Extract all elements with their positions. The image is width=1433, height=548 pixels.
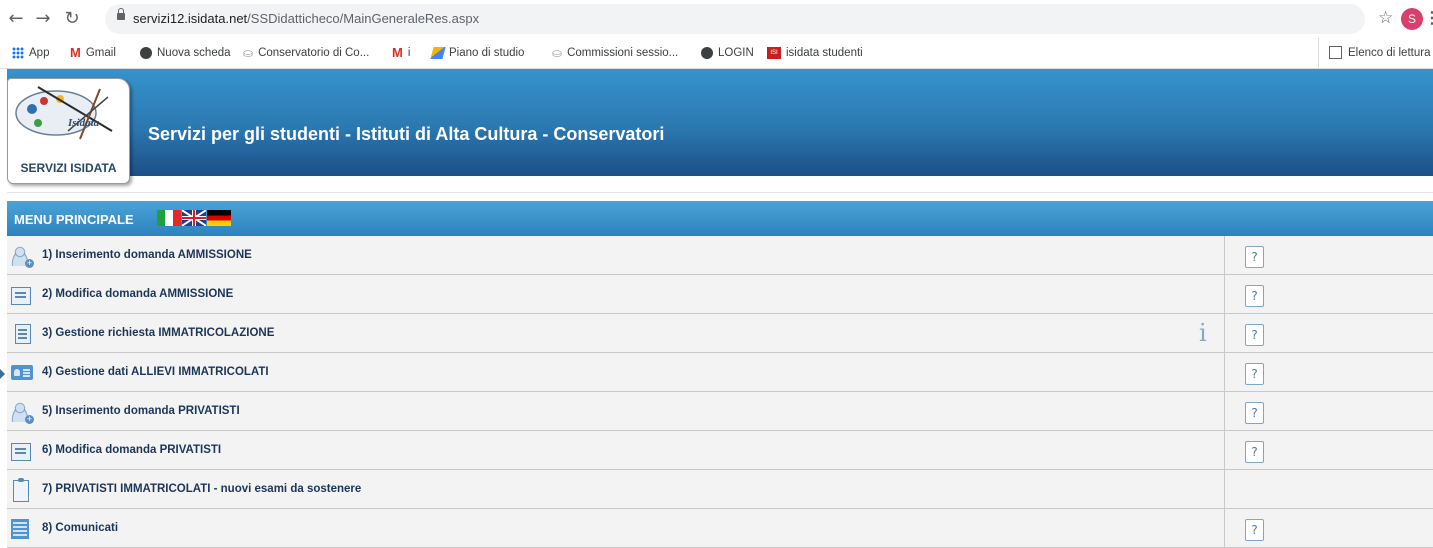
bookmark-conservatorio[interactable]: ⛀ Conservatorio di Co... (243, 45, 369, 61)
germany-flag-icon[interactable] (207, 210, 231, 226)
menu-item-cell[interactable]: 7) PRIVATISTI IMMATRICOLATI - nuovi esam… (7, 470, 1225, 508)
profile-avatar[interactable]: S (1401, 8, 1423, 30)
forward-icon[interactable]: → (33, 9, 53, 29)
bookmark-app[interactable]: App (12, 45, 49, 61)
bookmark-login[interactable]: LOGIN (701, 45, 754, 61)
logo-brand: Isidata (68, 117, 100, 129)
bookmark-label: Piano di studio (449, 47, 525, 59)
help-icon[interactable]: ? (1245, 363, 1264, 385)
back-icon[interactable]: ← (6, 9, 26, 29)
palette-icon (15, 86, 113, 140)
bookmark-label: Gmail (85, 47, 116, 60)
menu-item-label[interactable]: 4) Gestione dati ALLIEVI IMMATRICOLATI (42, 366, 269, 378)
conservatorio-icon: ⛀ (552, 46, 563, 60)
menu-item-cell[interactable]: 6) Modifica domanda PRIVATISTI (7, 431, 1225, 469)
divider (7, 192, 1433, 193)
help-icon[interactable]: ? (1245, 402, 1264, 424)
user-add-icon: + (11, 246, 34, 268)
bookmark-label: Conservatorio di Co... (258, 47, 370, 60)
bookmark-label: isidata studenti (786, 47, 863, 59)
menu-item-label[interactable]: 1) Inserimento domanda AMMISSIONE (42, 249, 252, 261)
menu-item-modifica-privatisti[interactable]: 6) Modifica domanda PRIVATISTI ? (7, 431, 1433, 470)
bookmark-commissioni[interactable]: ⛀ Commissioni sessio... (552, 45, 678, 61)
italy-flag-icon[interactable] (157, 210, 181, 226)
menu-item-cell[interactable]: 8) Comunicati (7, 509, 1225, 547)
reading-list-button[interactable]: Elenco di lettura (1318, 38, 1430, 68)
menu-item-cell[interactable]: 3) Gestione richiesta IMMATRICOLAZIONE i (7, 314, 1225, 352)
menu-item-allievi-immatricolati[interactable]: 4) Gestione dati ALLIEVI IMMATRICOLATI ? (7, 353, 1433, 392)
menu-item-modifica-ammissione[interactable]: 2) Modifica domanda AMMISSIONE ? (7, 275, 1433, 314)
page-banner (7, 69, 1433, 176)
isidata-logo[interactable]: Isidata SERVIZI ISIDATA (7, 78, 130, 184)
bookmark-isidata-studenti[interactable]: ISI isidata studenti (767, 45, 863, 61)
id-card-icon (11, 365, 33, 380)
menu-list: + 1) Inserimento domanda AMMISSIONE ? 2)… (7, 236, 1433, 548)
apps-icon (12, 46, 24, 59)
menu-item-label[interactable]: 6) Modifica domanda PRIVATISTI (42, 444, 221, 456)
menu-item-label[interactable]: 5) Inserimento domanda PRIVATISTI (42, 405, 240, 417)
reading-list-icon (1329, 46, 1342, 60)
menu-item-inserimento-privatisti[interactable]: + 5) Inserimento domanda PRIVATISTI ? (7, 392, 1433, 431)
menu-item-cell[interactable]: + 1) Inserimento domanda AMMISSIONE (7, 236, 1225, 274)
list-icon (15, 324, 31, 344)
isidata-icon: ISI (767, 46, 781, 59)
menu-item-inserimento-ammissione[interactable]: + 1) Inserimento domanda AMMISSIONE ? (7, 236, 1433, 275)
menu-item-cell[interactable]: + 5) Inserimento domanda PRIVATISTI (7, 392, 1225, 430)
document-edit-icon (11, 443, 31, 461)
user-add-icon: + (11, 402, 34, 424)
clipboard-icon (13, 478, 29, 502)
globe-icon (701, 46, 713, 59)
menu-item-label[interactable]: 2) Modifica domanda AMMISSIONE (42, 288, 233, 300)
menu-item-comunicati[interactable]: 8) Comunicati ? (7, 509, 1433, 548)
bookmark-piano-di-studio[interactable]: Piano di studio (430, 45, 525, 61)
url-text[interactable]: servizi12.isidata.net/SSDidatticheco/Mai… (133, 11, 479, 26)
menu-item-label[interactable]: 8) Comunicati (42, 522, 118, 534)
address-bar[interactable]: servizi12.isidata.net/SSDidatticheco/Mai… (105, 4, 1365, 34)
pen-icon (430, 46, 446, 59)
row-pointer-icon (0, 369, 5, 379)
page-title: Servizi per gli studenti - Istituti di A… (148, 124, 665, 144)
logo-caption: SERVIZI ISIDATA (20, 161, 117, 175)
menu-header: MENU PRINCIPALE (7, 201, 1433, 236)
document-edit-icon (11, 287, 31, 305)
menu-item-cell[interactable]: 2) Modifica domanda AMMISSIONE (7, 275, 1225, 313)
help-icon[interactable]: ? (1245, 441, 1264, 463)
bookmark-gmail[interactable]: M Gmail (70, 45, 116, 61)
bookmark-label: LOGIN (718, 47, 754, 59)
menu-title: MENU PRINCIPALE (14, 212, 134, 227)
url-host: servizi12.isidata.net (133, 11, 248, 26)
reading-list-label: Elenco di lettura (1348, 47, 1431, 59)
menu-item-privatisti-immatricolati[interactable]: 7) PRIVATISTI IMMATRICOLATI - nuovi esam… (7, 470, 1433, 509)
bookmark-label: i (407, 47, 411, 60)
lock-icon (117, 8, 125, 20)
grid-icon (11, 519, 29, 539)
bookmark-label: Nuova scheda (157, 47, 231, 59)
help-icon[interactable]: ? (1245, 285, 1264, 307)
url-path: /SSDidatticheco/MainGeneraleRes.aspx (247, 11, 480, 26)
uk-flag-icon[interactable] (182, 210, 206, 226)
globe-icon (140, 46, 152, 59)
reload-icon[interactable]: ↻ (62, 9, 82, 29)
menu-kebab-icon[interactable]: ⋮ (1424, 8, 1433, 28)
gmail-icon: M (70, 45, 81, 60)
bookmark-nuova-scheda[interactable]: Nuova scheda (140, 45, 231, 61)
info-icon[interactable]: i (1199, 319, 1207, 347)
star-icon[interactable]: ☆ (1378, 8, 1393, 28)
menu-item-immatricolazione[interactable]: 3) Gestione richiesta IMMATRICOLAZIONE i… (7, 314, 1433, 353)
conservatorio-icon: ⛀ (243, 46, 254, 60)
menu-item-label[interactable]: 3) Gestione richiesta IMMATRICOLAZIONE (42, 327, 274, 339)
menu-item-cell[interactable]: 4) Gestione dati ALLIEVI IMMATRICOLATI (7, 353, 1225, 391)
gmail-icon: M (392, 45, 403, 60)
help-icon[interactable]: ? (1245, 246, 1264, 268)
browser-toolbar: ← → ↻ servizi12.isidata.net/SSDidattiche… (0, 0, 1433, 38)
bookmarks-bar: App M Gmail Nuova scheda ⛀ Conservatorio d… (0, 38, 1433, 69)
bookmark-i[interactable]: Mi (392, 45, 410, 61)
help-icon[interactable]: ? (1245, 519, 1264, 541)
help-icon[interactable]: ? (1245, 324, 1264, 346)
menu-item-label[interactable]: 7) PRIVATISTI IMMATRICOLATI - nuovi esam… (42, 483, 361, 495)
bookmark-label: Commissioni sessio... (567, 47, 679, 60)
bookmark-label: App (29, 47, 50, 59)
